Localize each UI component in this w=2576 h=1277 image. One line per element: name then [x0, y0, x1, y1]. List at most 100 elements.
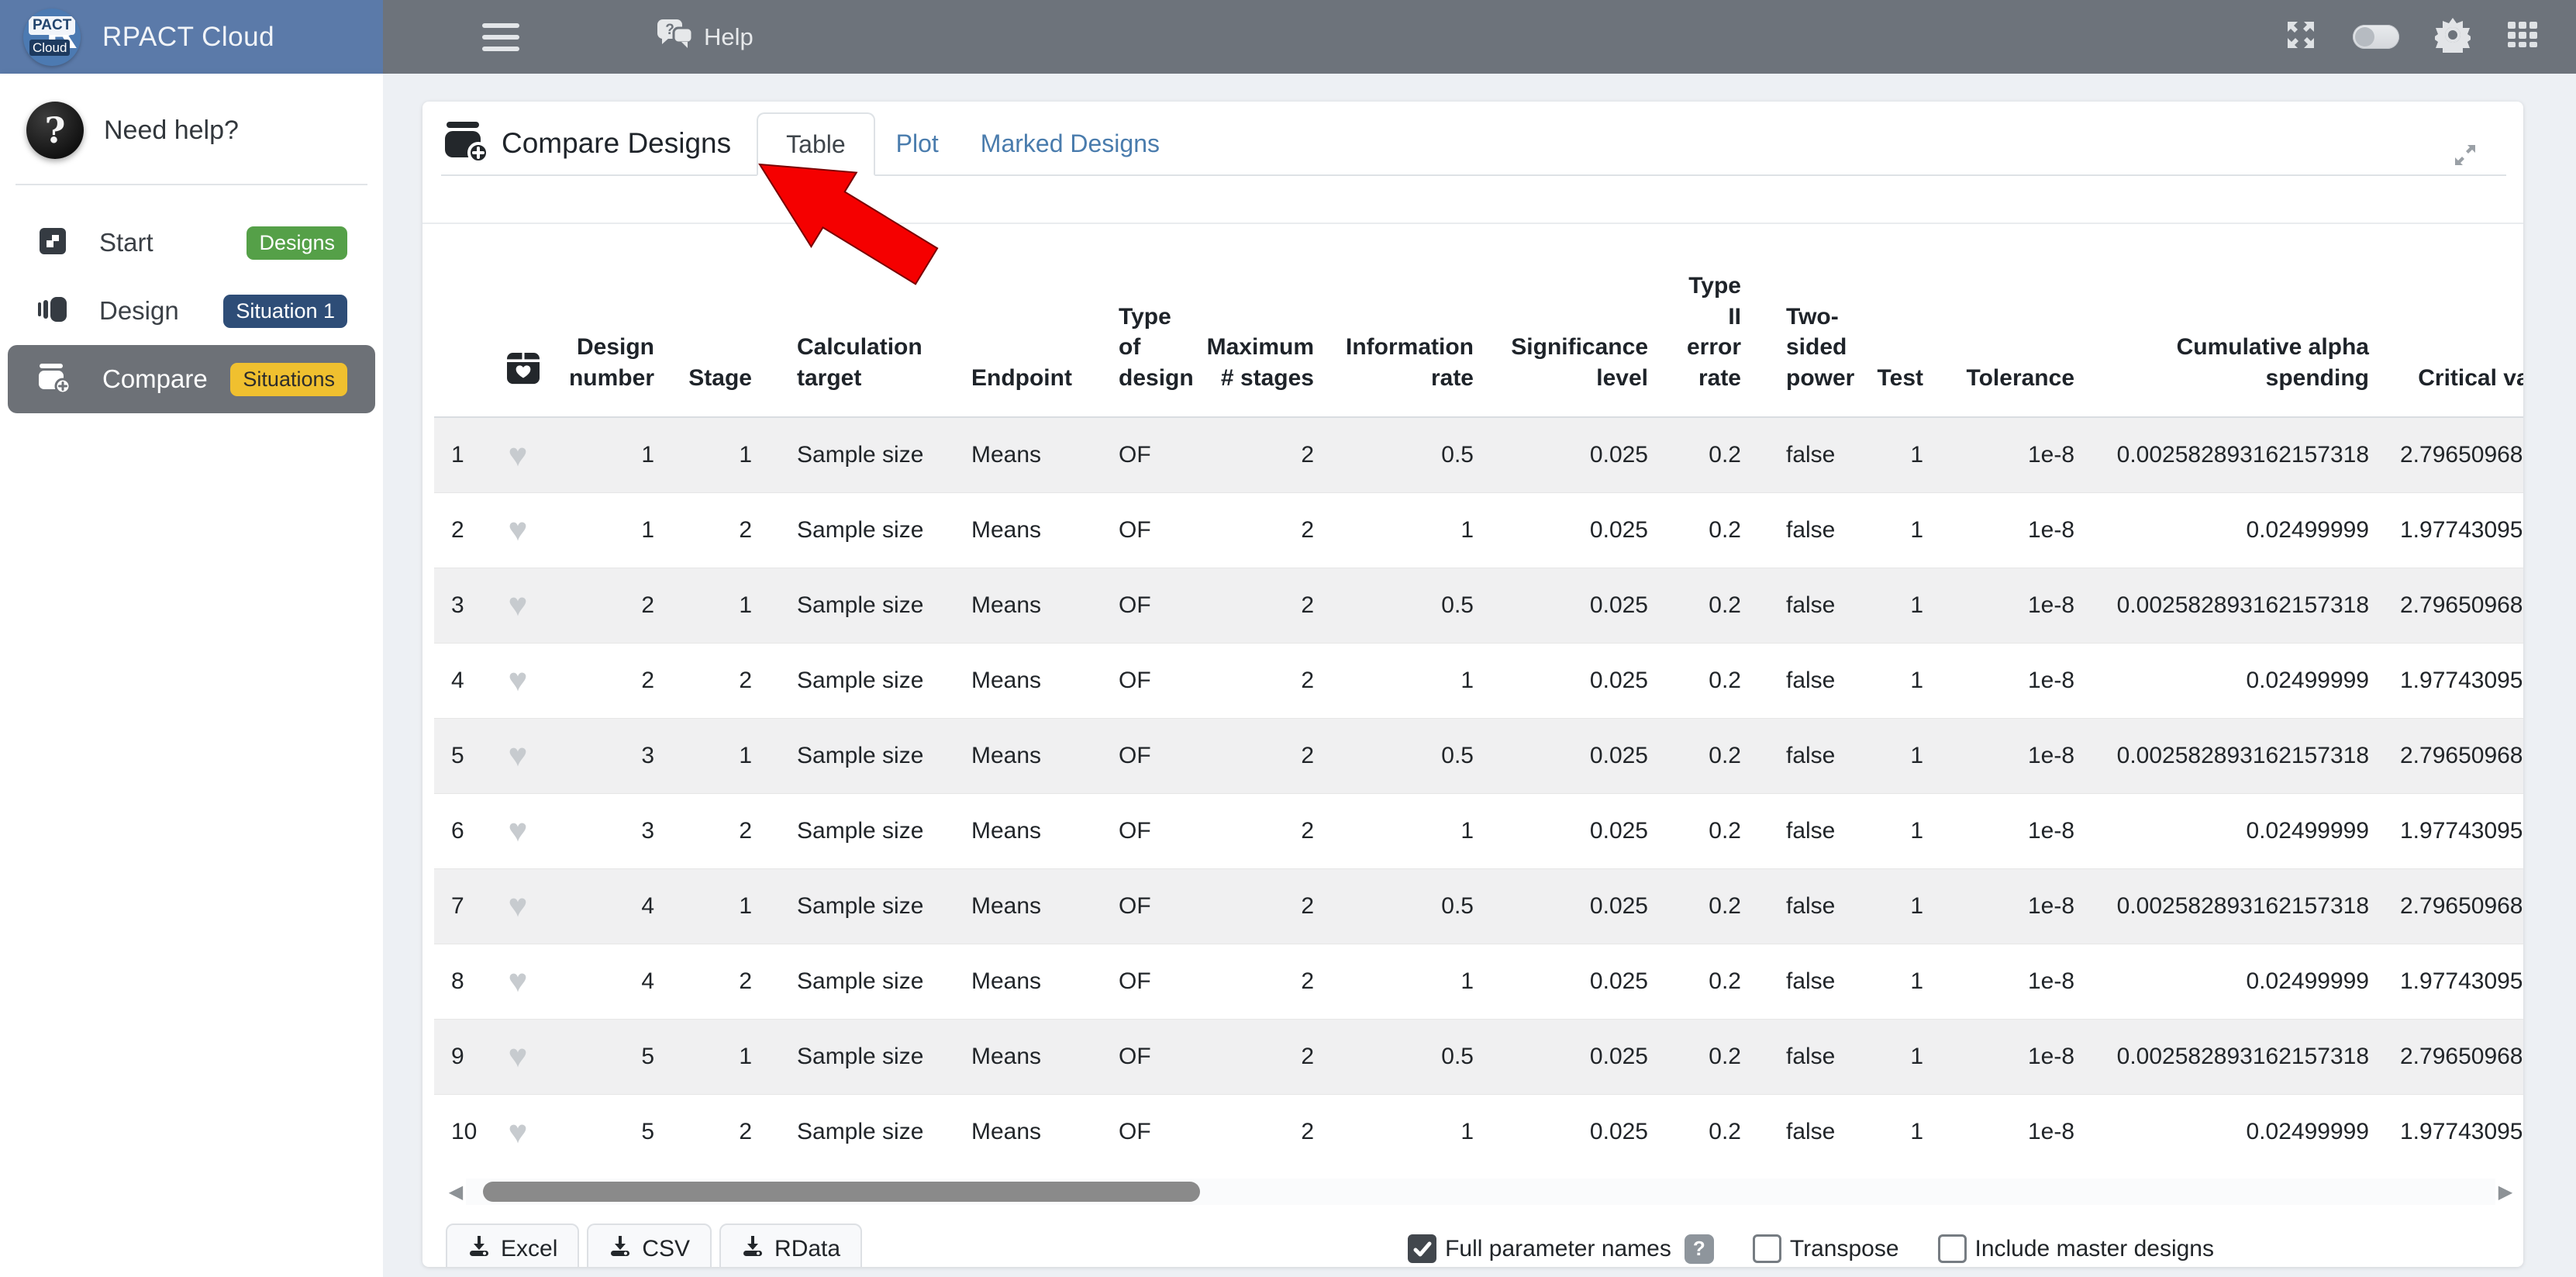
table-cell-calculation-target: Sample size: [767, 568, 942, 643]
help-link[interactable]: ? Help: [656, 18, 753, 57]
compare-icon: [37, 361, 71, 398]
app-logo[interactable]: R PACT Cloud: [23, 9, 81, 66]
row-index-cell: 4: [434, 643, 490, 718]
heart-icon[interactable]: ♥: [509, 737, 528, 773]
table-cell-tolerance: 1e-8: [1939, 868, 2090, 944]
scroll-left-arrow[interactable]: ◀: [446, 1181, 466, 1203]
table-cell-stage: 1: [670, 868, 767, 944]
table-cell-tolerance: 1e-8: [1939, 944, 2090, 1019]
table-row: 1♥11Sample sizeMeansOF20.50.0250.2false1…: [434, 417, 2523, 492]
parameter-names-help-badge[interactable]: ?: [1685, 1234, 1714, 1264]
heart-icon[interactable]: ♥: [509, 586, 528, 623]
checkbox-label: Include master designs: [1975, 1236, 2215, 1262]
dark-mode-toggle[interactable]: [2353, 25, 2399, 49]
table-cell-critical-value: 2.796509681465: [2385, 718, 2523, 793]
scrollbar-track[interactable]: [466, 1179, 2495, 1205]
table-cell-calculation-target: Sample size: [767, 492, 942, 568]
export-excel-button[interactable]: Excel: [446, 1224, 579, 1267]
export-rdata-button[interactable]: RData: [719, 1224, 862, 1267]
heart-icon[interactable]: ♥: [509, 962, 528, 999]
table-cell-design-number: 2: [546, 643, 670, 718]
row-index-cell: 8: [434, 944, 490, 1019]
apps-grid-icon[interactable]: [2506, 19, 2539, 55]
table-cell-type-of-design: OF: [1089, 492, 1190, 568]
column-header-two-sided-power: Two- sided power: [1757, 236, 1861, 417]
table-cell-two-sided-power: false: [1757, 417, 1861, 492]
column-header-row-index: [434, 236, 490, 417]
table-cell-maximum-stages: 2: [1190, 568, 1329, 643]
column-header-test: Test: [1861, 236, 1939, 417]
table-cell-calculation-target: Sample size: [767, 718, 942, 793]
need-help-label: Need help?: [104, 116, 239, 146]
heart-icon[interactable]: ♥: [509, 661, 528, 698]
checkbox-unchecked-icon[interactable]: [1753, 1234, 1781, 1263]
table-cell-design-number: 1: [546, 417, 670, 492]
table-cell-cumulative-alpha-spending: 0.02499999: [2090, 793, 2385, 868]
table-footer: Excel CSV: [446, 1224, 2512, 1267]
table-cell-test: 1: [1861, 492, 1939, 568]
card-expand-icon[interactable]: [2450, 140, 2480, 174]
checkbox-unchecked-icon[interactable]: [1938, 1234, 1967, 1263]
sidebar-item-compare[interactable]: Compare Situations: [8, 345, 375, 413]
table-cell-information-rate: 1: [1329, 492, 1489, 568]
checkbox-full-parameter-names[interactable]: Full parameter names ?: [1408, 1234, 1714, 1264]
sidebar-item-design[interactable]: Design Situation 1: [8, 277, 375, 345]
scrollbar-thumb[interactable]: [483, 1182, 1200, 1202]
table-cell-stage: 1: [670, 568, 767, 643]
need-help-link[interactable]: ? Need help?: [0, 74, 383, 184]
table-cell-significance-level: 0.025: [1489, 492, 1664, 568]
heart-icon[interactable]: ♥: [509, 1037, 528, 1074]
table-cell-design-number: 1: [546, 492, 670, 568]
heart-icon[interactable]: ♥: [509, 812, 528, 848]
tab-marked-designs[interactable]: Marked Designs: [960, 129, 1181, 158]
checkbox-label: Transpose: [1790, 1236, 1899, 1262]
horizontal-scrollbar[interactable]: ◀ ▶: [446, 1179, 2516, 1205]
tab-plot[interactable]: Plot: [875, 129, 960, 158]
column-header-critical-value: Critical value: [2385, 236, 2523, 417]
table-cell-two-sided-power: false: [1757, 568, 1861, 643]
sidebar-item-start[interactable]: Start Designs: [8, 209, 375, 277]
table-cell-type-of-design: OF: [1089, 643, 1190, 718]
column-header-type-of-design: Type of design: [1089, 236, 1190, 417]
heart-icon[interactable]: ♥: [509, 511, 528, 547]
table-cell-information-rate: 0.5: [1329, 568, 1489, 643]
design-icon: [37, 294, 68, 329]
table-cell-cumulative-alpha-spending: 0.02499999: [2090, 944, 2385, 1019]
column-header-cumulative-alpha-spending: Cumulative alpha spending: [2090, 236, 2385, 417]
fullscreen-icon[interactable]: [2285, 19, 2317, 55]
checkbox-transpose[interactable]: Transpose: [1753, 1234, 1899, 1263]
export-csv-button[interactable]: CSV: [587, 1224, 712, 1267]
table-cell-maximum-stages: 2: [1190, 1019, 1329, 1094]
card-body: Design numberStageCalculation targetEndp…: [422, 224, 2523, 1267]
theme-sun-icon[interactable]: [2435, 17, 2471, 57]
table-cell-cumulative-alpha-spending: 0.02499999: [2090, 643, 2385, 718]
table-cell-information-rate: 1: [1329, 1094, 1489, 1169]
table-cell-tolerance: 1e-8: [1939, 793, 2090, 868]
checkbox-checked-icon[interactable]: [1408, 1234, 1436, 1263]
row-index-cell: 7: [434, 868, 490, 944]
heart-icon[interactable]: ♥: [509, 437, 528, 473]
heart-icon[interactable]: ♥: [509, 1113, 528, 1150]
heart-icon[interactable]: ♥: [509, 887, 528, 923]
mark-cell: ♥: [490, 568, 546, 643]
table-cell-information-rate: 0.5: [1329, 718, 1489, 793]
tab-table[interactable]: Table: [757, 112, 875, 176]
table-cell-cumulative-alpha-spending: 0.002582893162157318: [2090, 1019, 2385, 1094]
checkbox-include-master-designs[interactable]: Include master designs: [1938, 1234, 2215, 1263]
table-cell-test: 1: [1861, 868, 1939, 944]
table-cell-calculation-target: Sample size: [767, 417, 942, 492]
table-cell-design-number: 3: [546, 718, 670, 793]
scroll-right-arrow[interactable]: ▶: [2495, 1181, 2516, 1203]
sidebar-toggle-icon[interactable]: [482, 23, 519, 51]
column-header-design-number: Design number: [546, 236, 670, 417]
table-cell-maximum-stages: 2: [1190, 793, 1329, 868]
table-cell-tolerance: 1e-8: [1939, 568, 2090, 643]
table-cell-type-of-design: OF: [1089, 944, 1190, 1019]
row-index-cell: 2: [434, 492, 490, 568]
table-cell-tolerance: 1e-8: [1939, 718, 2090, 793]
table-cell-calculation-target: Sample size: [767, 643, 942, 718]
table-cell-critical-value: 1.977430959442: [2385, 1094, 2523, 1169]
table-cell-critical-value: 2.796509681465: [2385, 568, 2523, 643]
table-cell-endpoint: Means: [942, 793, 1089, 868]
main-content: Compare Designs Table Plot Marked Design…: [383, 74, 2576, 1277]
